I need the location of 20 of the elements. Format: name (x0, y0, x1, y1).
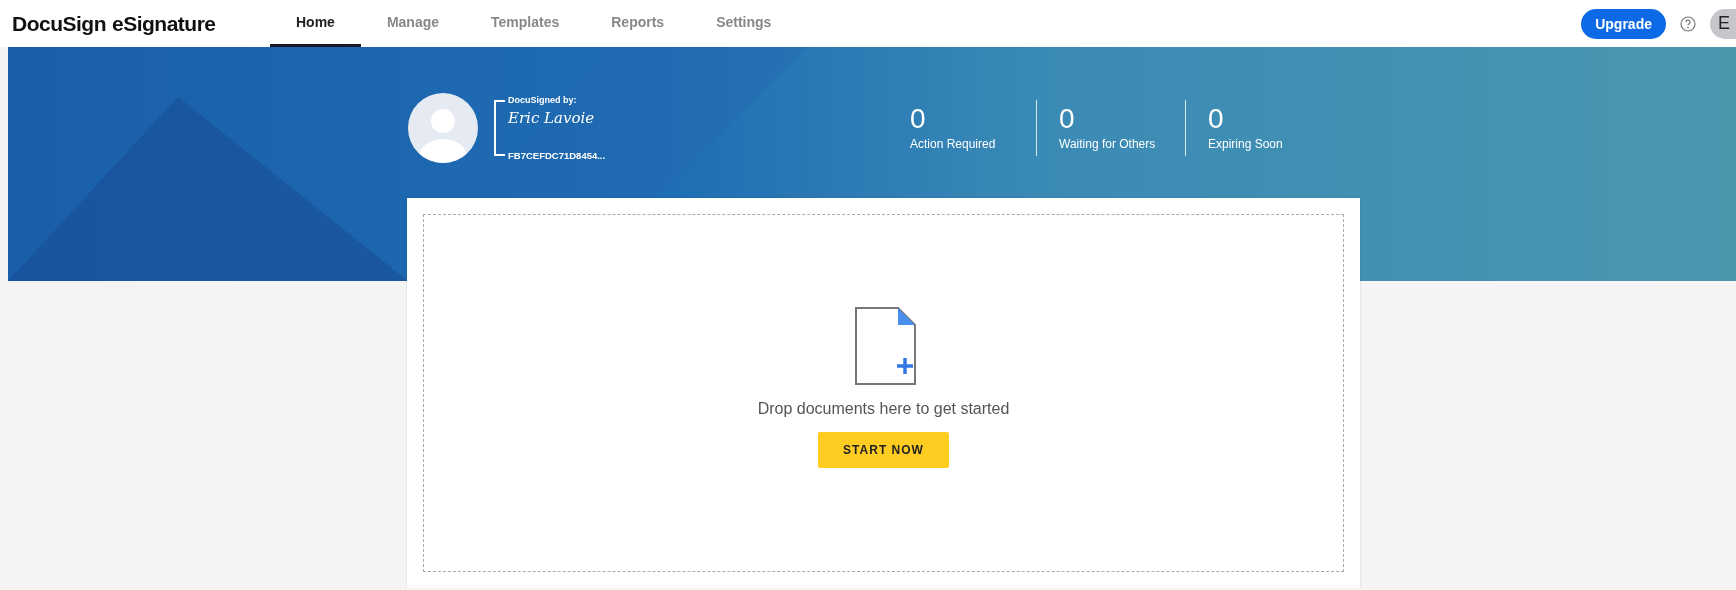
nav-tab[interactable]: Templates (465, 0, 586, 47)
brand-logo: DocuSign eSignature (11, 10, 217, 37)
signature-caption: DocuSigned by: (508, 95, 578, 105)
upgrade-button[interactable]: Upgrade (1581, 8, 1666, 39)
stat-count: 0 (1208, 105, 1225, 133)
stat-count: 0 (910, 105, 927, 133)
stat-label: Action Required (910, 137, 997, 151)
help-icon[interactable] (1680, 15, 1696, 32)
start-now-button[interactable]: START NOW (818, 432, 949, 468)
drop-zone[interactable]: Drop documents here to get started START NOW (423, 214, 1344, 572)
signature-id: FB7CEFDC71D8454... (508, 150, 607, 161)
stat-label: Waiting for Others (1059, 137, 1157, 151)
signature-name: Eric Lavoie (508, 109, 596, 127)
nav-tab[interactable]: Manage (360, 0, 466, 47)
drop-instructions: Drop documents here to get started (757, 400, 1010, 418)
account-avatar[interactable]: E (1710, 8, 1736, 39)
nav-tab[interactable]: Settings (690, 0, 798, 47)
stat-count: 0 (1059, 105, 1076, 133)
nav-tab[interactable]: Reports (585, 0, 691, 47)
stat-label: Expiring Soon (1208, 137, 1284, 151)
